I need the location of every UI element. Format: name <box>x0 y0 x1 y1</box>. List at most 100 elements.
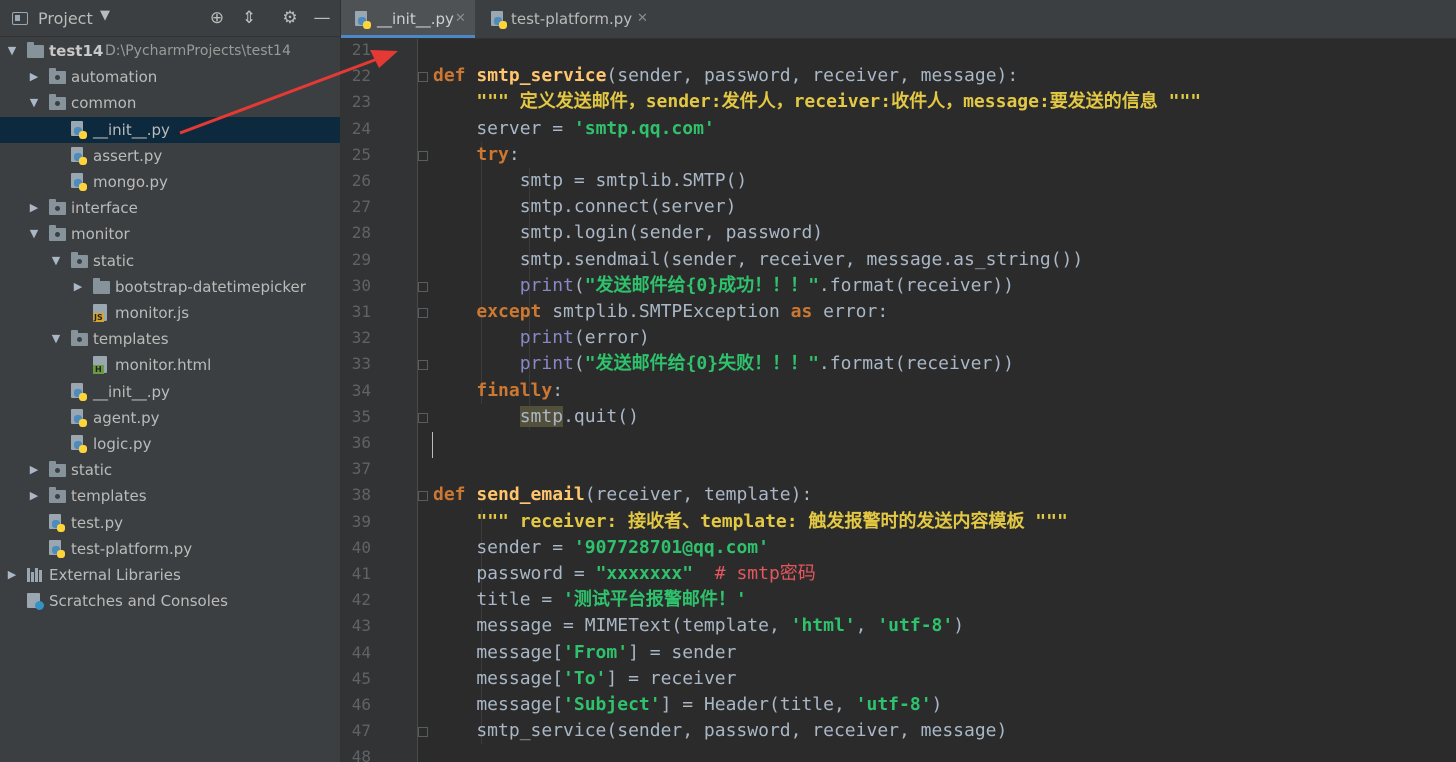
tree-item-label: agent.py <box>93 408 160 427</box>
code-line: print("发送邮件给{0}失败！！！".format(receiver)) <box>433 351 1014 377</box>
code-line: print("发送邮件给{0}成功！！！".format(receiver)) <box>433 273 1014 299</box>
code-token: sender = <box>433 536 574 558</box>
chevron-right-icon[interactable]: ▶ <box>28 489 40 502</box>
code-token: password = <box>433 563 596 584</box>
code-token: "发送邮件给{0}失败！！！" <box>584 353 819 375</box>
tree-item[interactable]: ▼ test14 D:\PycharmProjects\test14 <box>0 38 340 64</box>
fold-marker-icon[interactable] <box>418 412 428 423</box>
code-token: print <box>519 353 574 375</box>
code-token: '907728701@qq.com' <box>573 536 769 558</box>
chevron-right-icon[interactable]: ▶ <box>28 463 40 476</box>
code-line: try: <box>433 142 519 168</box>
minimize-icon[interactable]: — <box>311 8 333 28</box>
tree-item[interactable]: logic.py <box>0 431 340 457</box>
tree-item-label: monitor.html <box>115 356 212 375</box>
chevron-down-icon[interactable]: ▼ <box>28 227 40 240</box>
tree-item[interactable]: Hmonitor.html <box>0 352 340 378</box>
collapse-all-icon[interactable]: ⇕ <box>238 8 260 28</box>
python-file-icon <box>71 382 87 401</box>
tree-item[interactable]: test.py <box>0 510 340 536</box>
tree-item[interactable]: ▼ common <box>0 90 340 116</box>
gear-icon[interactable]: ⚙ <box>279 8 301 28</box>
tree-item[interactable]: agent.py <box>0 405 340 431</box>
line-number: 44 <box>351 642 371 662</box>
code-token: 'From' <box>563 641 629 663</box>
package-folder-icon <box>71 251 88 268</box>
tree-item-label: External Libraries <box>49 566 181 584</box>
close-icon[interactable]: ✕ <box>637 11 648 26</box>
code-line: smtp = smtplib.SMTP() <box>433 168 748 194</box>
tree-item[interactable]: ▼ static <box>0 248 340 274</box>
tree-item[interactable]: ▶ automation <box>0 64 340 90</box>
line-number: 35 <box>351 406 371 426</box>
chevron-right-icon[interactable]: ▶ <box>72 280 84 293</box>
python-file-icon <box>71 408 87 427</box>
chevron-down-icon[interactable]: ▼ <box>6 44 18 57</box>
fold-marker-icon[interactable] <box>418 727 428 738</box>
tree-item-label: test14 <box>49 42 104 60</box>
tree-item[interactable]: JS monitor.js <box>0 300 340 326</box>
fold-marker-icon[interactable] <box>418 281 428 292</box>
line-number: 34 <box>351 380 371 400</box>
tree-item[interactable]: Scratches and Consoles <box>0 588 340 614</box>
line-number: 21 <box>351 40 371 59</box>
chevron-down-icon[interactable]: ▼ <box>50 332 62 345</box>
tree-item[interactable]: ▶ External Libraries <box>0 562 340 588</box>
text-cursor <box>432 432 433 458</box>
tree-item[interactable]: ▶ interface <box>0 195 340 221</box>
code-editor[interactable]: def smtp_service(sender, password, recei… <box>418 39 1456 762</box>
tree-item[interactable]: assert.py <box>0 143 340 169</box>
tree-item[interactable]: ▶ templates <box>0 483 340 509</box>
chevron-down-icon[interactable]: ▼ <box>50 254 62 267</box>
code-token: print <box>519 274 574 296</box>
fold-marker-icon[interactable] <box>418 150 428 161</box>
code-token: smtp.sendmail(sender, receiver, message.… <box>433 248 1084 270</box>
code-token: ) <box>953 615 965 637</box>
line-number-gutter[interactable]: 21 22 23 24 25 26 27 28 29 30 31 32 33 34 35 36 37 38 39 40… <box>341 39 418 762</box>
code-token: ] = Header(title, <box>660 694 856 715</box>
line-number: 26 <box>351 171 371 190</box>
line-number: 28 <box>351 223 371 243</box>
code-token: smtp = smtplib.SMTP() <box>433 170 748 191</box>
chevron-right-icon[interactable]: ▶ <box>28 70 40 83</box>
fold-marker-icon[interactable] <box>418 72 428 83</box>
tree-item[interactable]: __init__.py <box>0 116 340 143</box>
code-line: smtp.quit() <box>433 404 639 430</box>
code-token: ] = sender <box>628 641 737 663</box>
fold-marker-icon[interactable] <box>418 491 428 502</box>
tree-item[interactable]: ▶ static <box>0 457 340 483</box>
chevron-down-icon[interactable]: ▼ <box>100 8 110 23</box>
code-token: except <box>476 301 553 322</box>
libraries-icon <box>27 568 45 582</box>
tree-item[interactable]: ▼ templates <box>0 326 340 352</box>
tree-item[interactable]: mongo.py <box>0 169 340 195</box>
tab-label: __init__.py <box>377 10 454 28</box>
code-token: 'smtp.qq.com' <box>573 117 715 139</box>
tree-item-label: monitor <box>71 225 130 244</box>
tab-label: test-platform.py <box>511 10 633 28</box>
line-number: 40 <box>351 537 371 557</box>
chevron-right-icon[interactable]: ▶ <box>28 201 40 214</box>
fold-marker-icon[interactable] <box>418 360 428 371</box>
code-token: "xxxxxxx" <box>595 563 694 584</box>
code-line: def send_email(receiver, template): <box>433 482 812 508</box>
code-token: .format(receiver)) <box>818 353 1014 375</box>
code-token: def <box>433 484 477 506</box>
tree-item[interactable]: ▼ monitor <box>0 221 340 247</box>
close-icon[interactable]: ✕ <box>455 11 466 26</box>
tree-item[interactable]: __init__.py <box>0 379 340 405</box>
code-token: '测试平台报警邮件！' <box>563 589 747 611</box>
locate-icon[interactable]: ⊕ <box>206 8 228 28</box>
chevron-right-icon[interactable]: ▶ <box>6 568 18 581</box>
package-folder-icon <box>49 487 66 504</box>
chevron-down-icon[interactable]: ▼ <box>28 96 40 109</box>
tab-test-platform-py[interactable]: test-platform.py ✕ <box>477 0 657 38</box>
tab-init-py[interactable]: __init__.py ✕ <box>341 0 475 38</box>
tree-item[interactable]: test-platform.py <box>0 536 340 562</box>
fold-marker-icon[interactable] <box>418 308 428 318</box>
tree-item[interactable]: ▶ bootstrap-datetimepicker <box>0 274 340 300</box>
project-view-selector[interactable]: Project <box>38 9 93 28</box>
code-token: try <box>476 143 509 165</box>
